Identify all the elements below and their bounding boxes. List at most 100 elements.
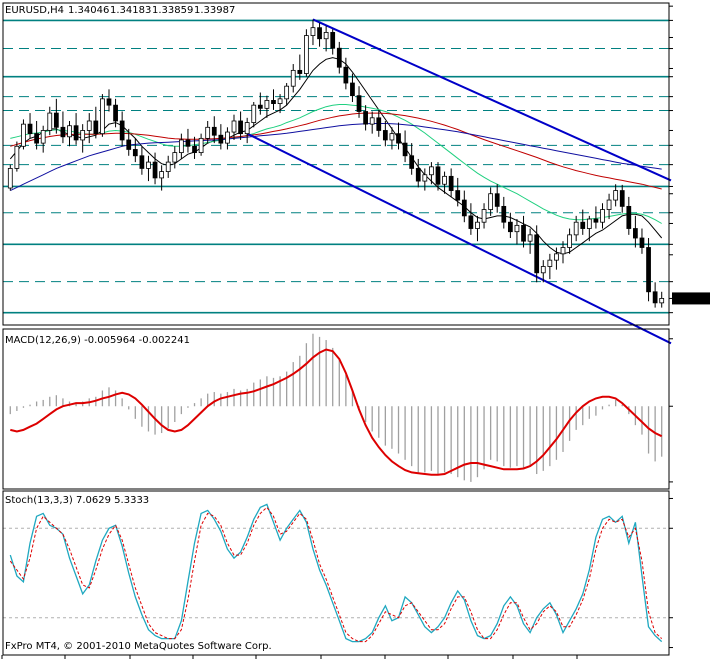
candle-body — [238, 120, 243, 135]
candle-body — [113, 104, 118, 122]
candle-body — [277, 98, 283, 104]
candle-body — [310, 27, 316, 36]
candle — [290, 64, 296, 93]
candle — [323, 26, 329, 52]
candle — [73, 113, 79, 145]
ohlc-low: 1.33859 — [152, 5, 193, 16]
candle — [488, 187, 494, 216]
candle-body — [659, 298, 665, 304]
candle-body — [211, 126, 217, 136]
watermark: FxPro MT4, © 2001-2010 MetaQuotes Softwa… — [5, 641, 272, 652]
candle — [429, 162, 434, 185]
candle-body — [600, 209, 605, 223]
candle-body — [126, 139, 132, 150]
candle-body — [27, 123, 33, 135]
candle — [639, 228, 645, 254]
candle — [178, 133, 184, 159]
candle — [442, 171, 447, 194]
candle — [60, 111, 66, 144]
candle-body — [580, 221, 586, 229]
candle — [198, 133, 204, 156]
candle — [27, 113, 33, 139]
candle — [119, 111, 125, 147]
candle — [21, 119, 26, 150]
candle — [534, 225, 540, 283]
candle-body — [304, 35, 309, 74]
moving-average-line — [10, 104, 662, 224]
candle — [185, 128, 191, 153]
candle-body — [402, 142, 408, 157]
candle-body — [481, 209, 487, 223]
candle — [139, 146, 145, 175]
candle-body — [415, 168, 421, 182]
current-price-marker — [672, 292, 710, 305]
candle-body — [422, 174, 428, 182]
candle — [481, 203, 487, 229]
candle — [106, 89, 112, 112]
candle — [606, 193, 612, 220]
ohlc-open: 1.34046 — [68, 5, 109, 16]
candle-body — [389, 133, 395, 141]
candle-body — [382, 130, 388, 141]
candle-body — [297, 69, 303, 74]
candle — [146, 155, 151, 182]
candle-body — [527, 234, 533, 242]
candle — [521, 215, 526, 248]
candle — [494, 184, 500, 213]
candle — [619, 184, 625, 213]
candle-body — [626, 205, 632, 229]
candle-body — [106, 98, 112, 106]
candle-body — [488, 193, 494, 210]
candle — [448, 168, 454, 197]
candle-body — [429, 166, 434, 176]
candle-body — [435, 166, 441, 185]
candle-body — [290, 69, 296, 87]
candle — [415, 158, 421, 188]
candle — [165, 155, 171, 178]
candle-body — [218, 134, 224, 144]
candle — [567, 228, 572, 254]
candle — [527, 228, 533, 254]
candle-body — [442, 175, 447, 185]
candle-body — [271, 100, 276, 104]
candle-body — [356, 95, 362, 112]
candle-body — [159, 171, 165, 179]
candle — [382, 120, 388, 147]
price-title: EURUSD,H4 — [5, 5, 64, 16]
stoch-main-line — [9, 503, 663, 643]
macd-title: MACD(12,26,9) -0.005964 -0.002241 — [5, 335, 190, 346]
candle — [80, 124, 86, 153]
candle-body — [639, 237, 645, 248]
candle — [376, 109, 382, 137]
candle — [468, 203, 474, 235]
candle-body — [560, 247, 566, 255]
candle-body — [198, 137, 204, 154]
candle — [633, 215, 638, 248]
candle-body — [652, 291, 658, 304]
ohlc-close: 1.33987 — [194, 5, 235, 16]
candle-body — [554, 253, 559, 261]
candle — [86, 113, 92, 144]
candle — [369, 111, 375, 134]
candle-body — [317, 27, 322, 40]
candle-body — [323, 32, 329, 40]
candle-body — [264, 100, 270, 109]
candle — [402, 130, 408, 163]
candle — [251, 102, 257, 128]
macd-signal-line — [10, 348, 663, 476]
candle-body — [178, 139, 184, 154]
moving-average-line — [9, 57, 663, 255]
candle-body — [514, 224, 520, 233]
candle — [350, 73, 355, 103]
candle — [67, 120, 72, 147]
candle-body — [350, 82, 355, 97]
candle-body — [152, 161, 158, 179]
candle-body — [60, 126, 66, 138]
candle — [330, 29, 336, 55]
ohlc-high: 1.34183 — [110, 5, 151, 16]
candle-body — [468, 215, 474, 229]
candle-body — [93, 120, 99, 135]
candle — [304, 29, 309, 77]
candle — [514, 219, 520, 245]
candle-body — [494, 193, 500, 207]
